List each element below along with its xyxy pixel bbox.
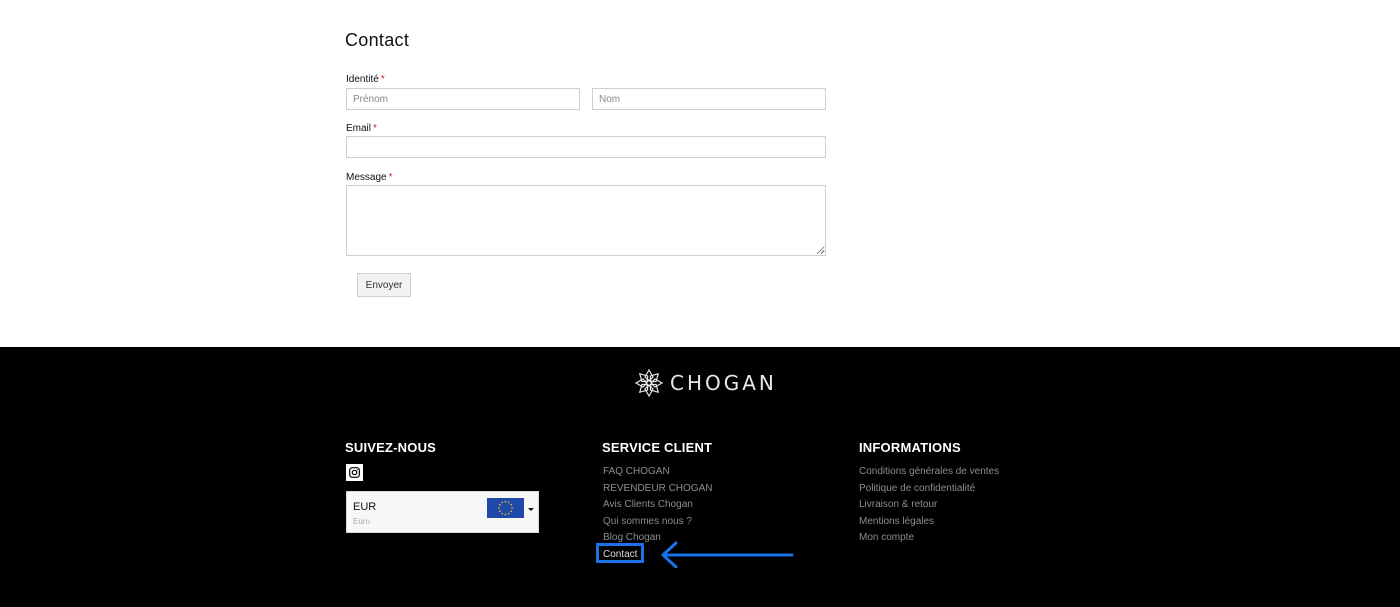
currency-code: EUR <box>353 501 377 513</box>
service-client-heading: SERVICE CLIENT <box>602 440 713 455</box>
send-button[interactable]: Envoyer <box>357 273 411 297</box>
footer-link-faq[interactable]: FAQ CHOGAN <box>603 465 712 482</box>
footer-link-cgv[interactable]: Conditions générales de ventes <box>859 465 999 482</box>
message-textarea[interactable] <box>346 185 826 256</box>
contact-form: Contact Identité* Email* Message* Envoye… <box>0 0 1400 347</box>
required-mark: * <box>373 123 377 134</box>
email-label: Email * <box>346 123 377 134</box>
informations-heading: INFORMATIONS <box>859 440 961 455</box>
identity-label-text: Identité <box>346 74 379 85</box>
message-label: Message * <box>346 172 392 183</box>
informations-links: Conditions générales de ventes Politique… <box>859 465 999 548</box>
footer-link-legal[interactable]: Mentions légales <box>859 515 999 532</box>
first-name-input[interactable] <box>346 88 580 110</box>
footer-link-contact[interactable]: Contact <box>603 548 712 565</box>
last-name-input[interactable] <box>592 88 826 110</box>
instagram-icon <box>349 467 360 478</box>
email-label-text: Email <box>346 123 372 134</box>
chogan-logo[interactable]: CHOGAN <box>634 367 777 399</box>
required-mark: * <box>388 172 393 183</box>
chevron-down-icon <box>528 508 534 511</box>
footer-link-blog[interactable]: Blog Chogan <box>603 531 712 548</box>
email-input[interactable] <box>346 136 826 158</box>
footer: CHOGAN SUIVEZ-NOUS EUR Euro SERVICE CLIE… <box>0 347 1400 607</box>
identity-label: Identité * <box>346 74 385 85</box>
message-label-text: Message <box>346 172 387 183</box>
footer-link-avis-clients[interactable]: Avis Clients Chogan <box>603 498 712 515</box>
lotus-logo-icon <box>634 368 664 398</box>
required-mark: * <box>380 74 385 85</box>
footer-link-revendeur[interactable]: REVENDEUR CHOGAN <box>603 482 712 499</box>
footer-link-shipping[interactable]: Livraison & retour <box>859 498 999 515</box>
service-client-links: FAQ CHOGAN REVENDEUR CHOGAN Avis Clients… <box>603 465 712 565</box>
page: Contact Identité* Email* Message* Envoye… <box>0 0 1400 607</box>
footer-link-privacy[interactable]: Politique de confidentialité <box>859 482 999 499</box>
footer-link-account[interactable]: Mon compte <box>859 531 999 548</box>
instagram-button[interactable] <box>346 464 363 481</box>
page-title: Contact <box>345 30 410 50</box>
currency-name: Euro <box>353 517 370 526</box>
currency-selector[interactable]: EUR Euro <box>346 491 539 533</box>
footer-link-qui-sommes-nous[interactable]: Qui sommes nous ? <box>603 515 712 532</box>
logo-wordmark: CHOGAN <box>670 371 777 395</box>
follow-us-heading: SUIVEZ-NOUS <box>345 440 437 455</box>
eu-flag-icon <box>487 498 524 518</box>
